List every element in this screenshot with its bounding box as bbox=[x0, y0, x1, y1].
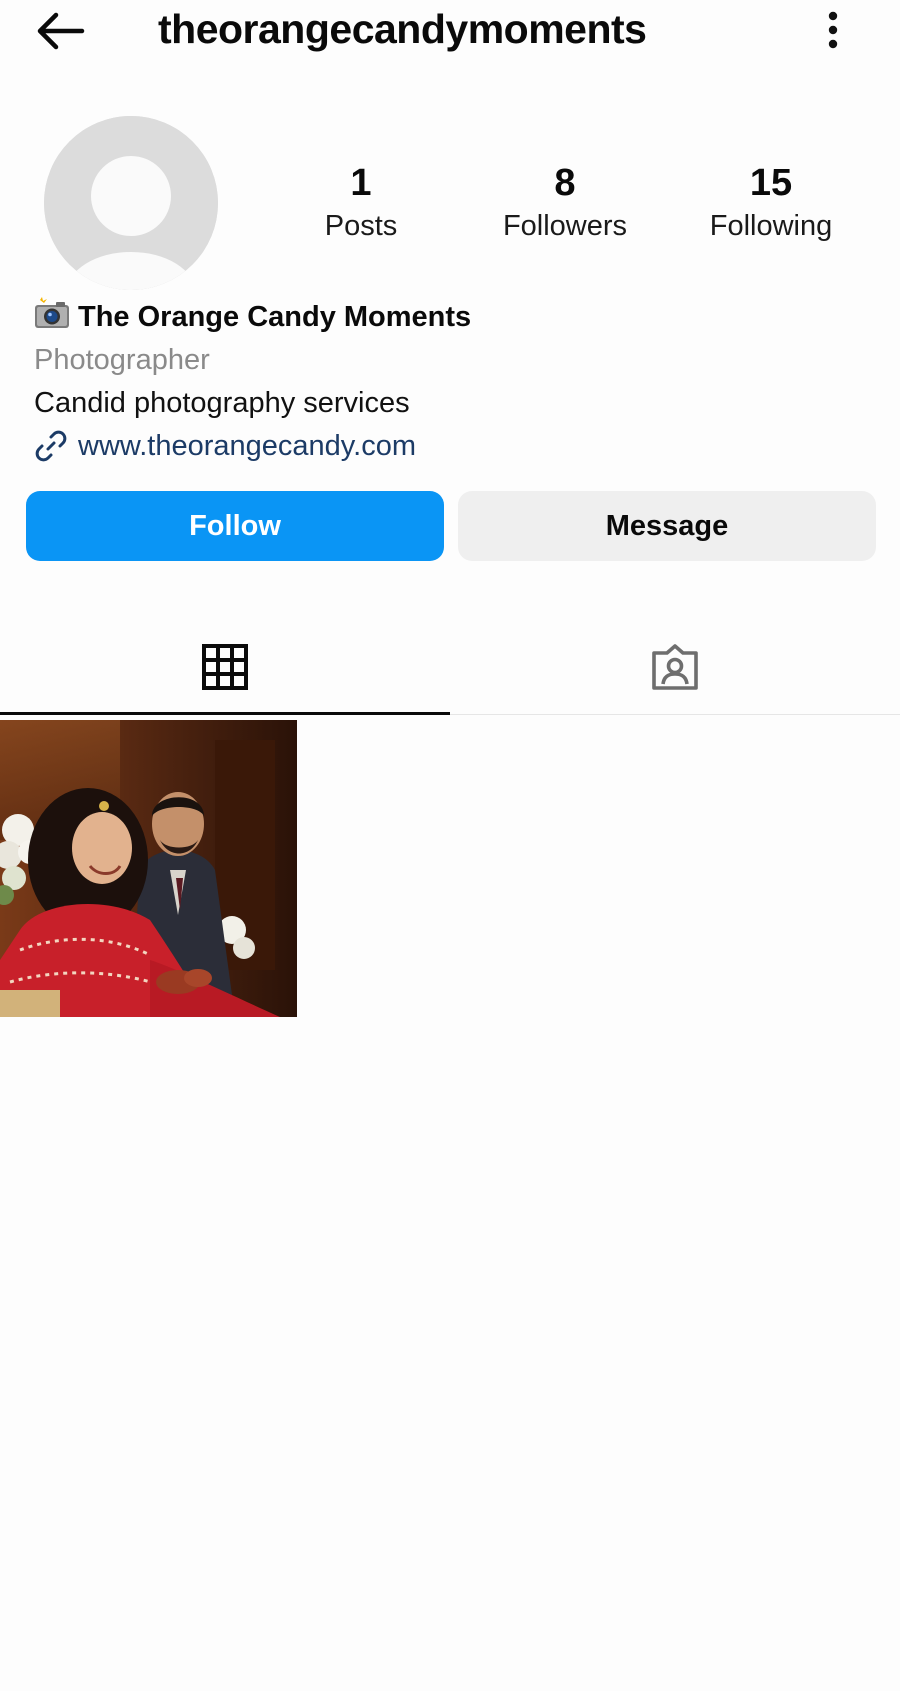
following-count-value: 15 bbox=[749, 162, 793, 204]
profile-avatar[interactable] bbox=[44, 116, 218, 290]
posts-count[interactable]: 1 Posts bbox=[276, 160, 446, 246]
followers-count-value: 8 bbox=[554, 162, 576, 204]
default-avatar-icon bbox=[44, 116, 218, 290]
website-link[interactable]: www.theorangecandy.com bbox=[34, 425, 854, 467]
active-tab-indicator bbox=[0, 712, 450, 715]
grid-icon bbox=[202, 644, 248, 690]
profile-category: Photographer bbox=[34, 344, 210, 376]
followers-count-label: Followers bbox=[502, 210, 628, 242]
website-link-text: www.theorangecandy.com bbox=[78, 429, 416, 462]
tab-tagged[interactable] bbox=[450, 620, 900, 714]
posts-count-value: 1 bbox=[350, 162, 372, 204]
display-name: The Orange Candy Moments bbox=[78, 300, 472, 333]
camera-flash-icon bbox=[34, 297, 70, 337]
wedding-photo bbox=[0, 720, 297, 1017]
follow-button[interactable]: Follow bbox=[26, 491, 444, 561]
more-vertical-icon bbox=[828, 11, 838, 49]
posts-count-label: Posts bbox=[324, 210, 398, 242]
link-icon bbox=[34, 429, 68, 463]
bio-text: Candid photography services bbox=[34, 387, 410, 419]
profile-username: theorangecandymoments bbox=[158, 6, 647, 52]
message-button[interactable]: Message bbox=[458, 491, 876, 561]
followers-count[interactable]: 8 Followers bbox=[480, 160, 650, 246]
tab-posts-grid[interactable] bbox=[0, 620, 450, 715]
display-name-row: The Orange Candy Moments bbox=[34, 295, 854, 339]
arrow-left-icon bbox=[37, 12, 85, 50]
more-options-button[interactable] bbox=[810, 6, 856, 54]
profile-tabs bbox=[0, 620, 900, 715]
tagged-user-icon bbox=[652, 644, 698, 690]
following-count[interactable]: 15 Following bbox=[686, 160, 856, 246]
top-app-bar: theorangecandymoments bbox=[0, 0, 900, 62]
post-thumbnail[interactable] bbox=[0, 720, 297, 1017]
profile-bio: The Orange Candy Moments Photographer Ca… bbox=[34, 295, 854, 467]
back-button[interactable] bbox=[30, 6, 90, 56]
following-count-label: Following bbox=[709, 210, 833, 242]
